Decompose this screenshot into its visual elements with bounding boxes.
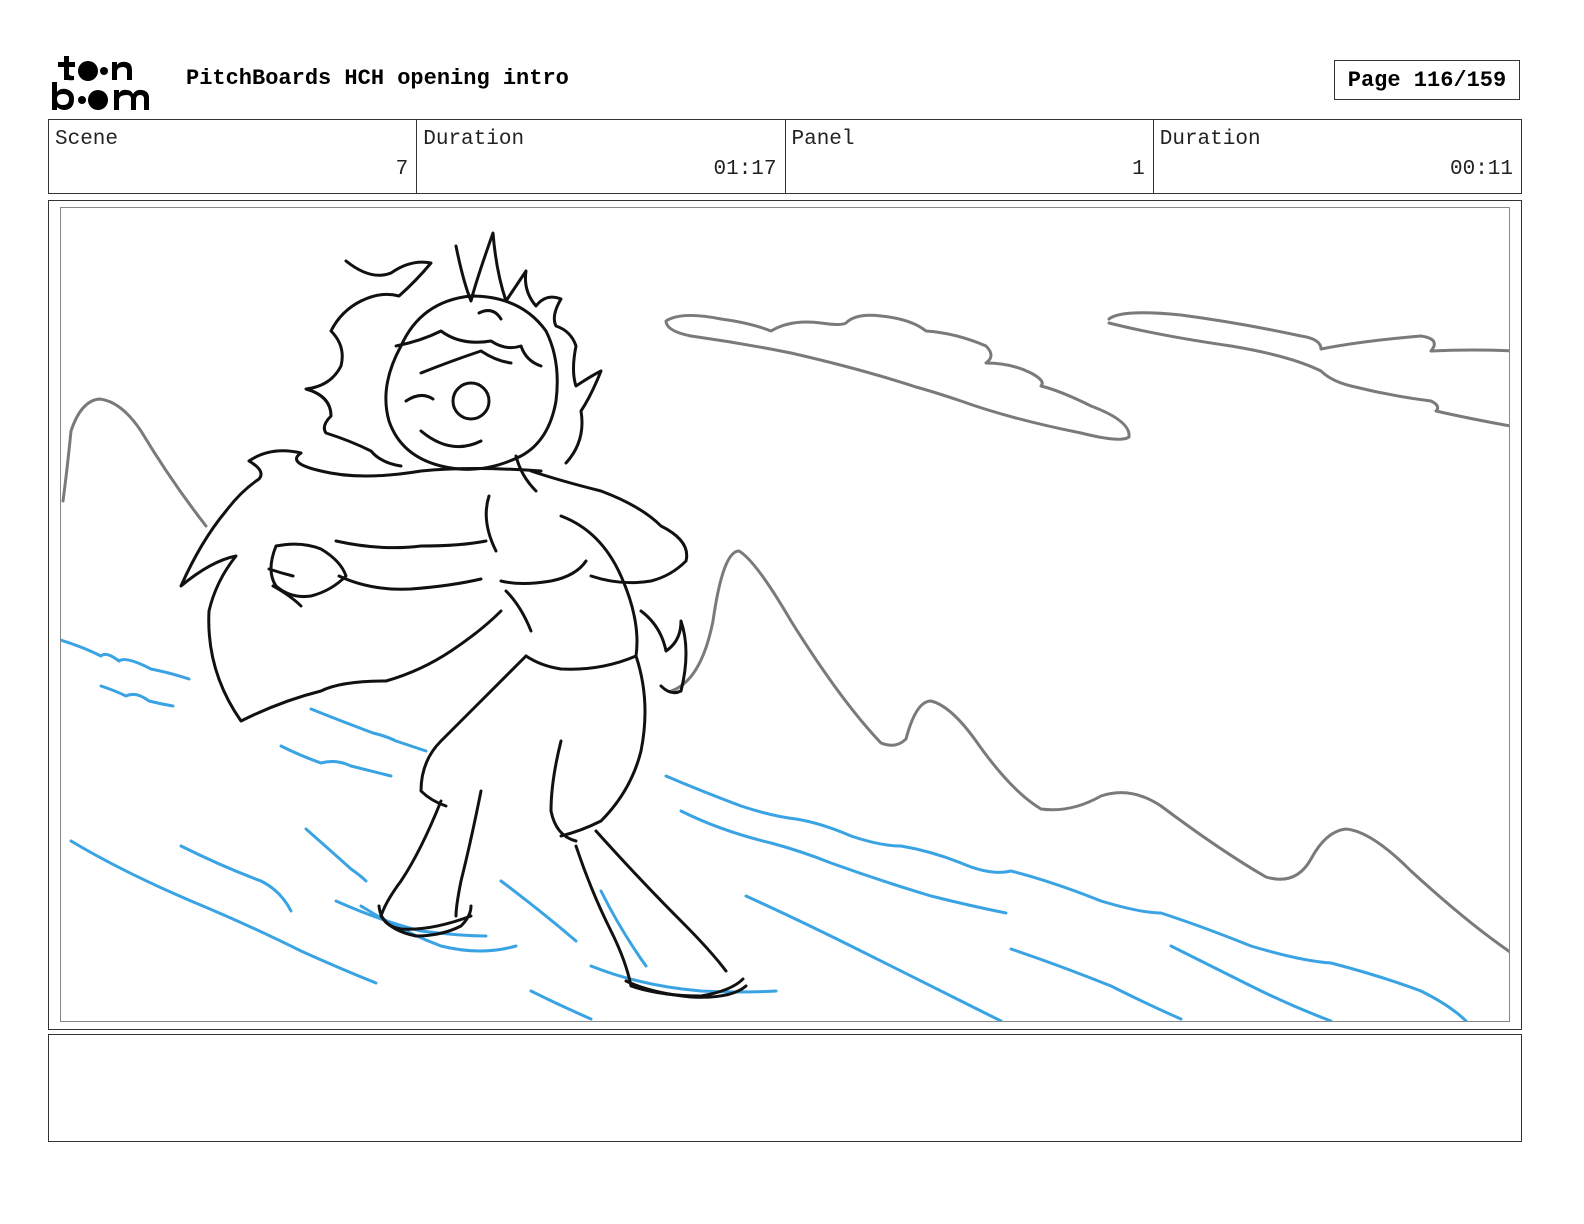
panel-duration-value: 00:11 (1449, 158, 1513, 181)
panel-label: Panel (791, 128, 855, 151)
panel-duration-label: Duration (1159, 128, 1261, 151)
toon-boom-logo-icon (52, 56, 149, 110)
panel-notes (48, 1034, 1522, 1142)
scene-value: 7 (395, 158, 409, 181)
scene-label: Scene (55, 128, 119, 151)
mountains-sketch (61, 397, 1509, 954)
clouds-sketch (664, 311, 1509, 441)
panel-value: 1 (1132, 158, 1145, 181)
scene-info-row: Scene 7 Duration 01:17 Panel 1 Duration … (48, 119, 1522, 194)
document-title: PitchBoards HCH opening intro (186, 66, 569, 91)
scene-cell: Scene 7 (49, 120, 418, 193)
storyboard-sketch (61, 231, 1509, 1021)
scene-duration-value: 01:17 (713, 158, 777, 181)
scene-duration-label: Duration (423, 128, 525, 151)
panel-image (60, 207, 1510, 1022)
toon-boom-logo (52, 52, 164, 112)
panel-duration-cell: Duration 00:11 (1154, 120, 1521, 193)
page-indicator: Page 116/159 (1334, 60, 1520, 100)
panel-cell: Panel 1 (786, 120, 1154, 193)
water-sketch (61, 638, 1468, 1021)
scene-duration-cell: Duration 01:17 (417, 120, 786, 193)
